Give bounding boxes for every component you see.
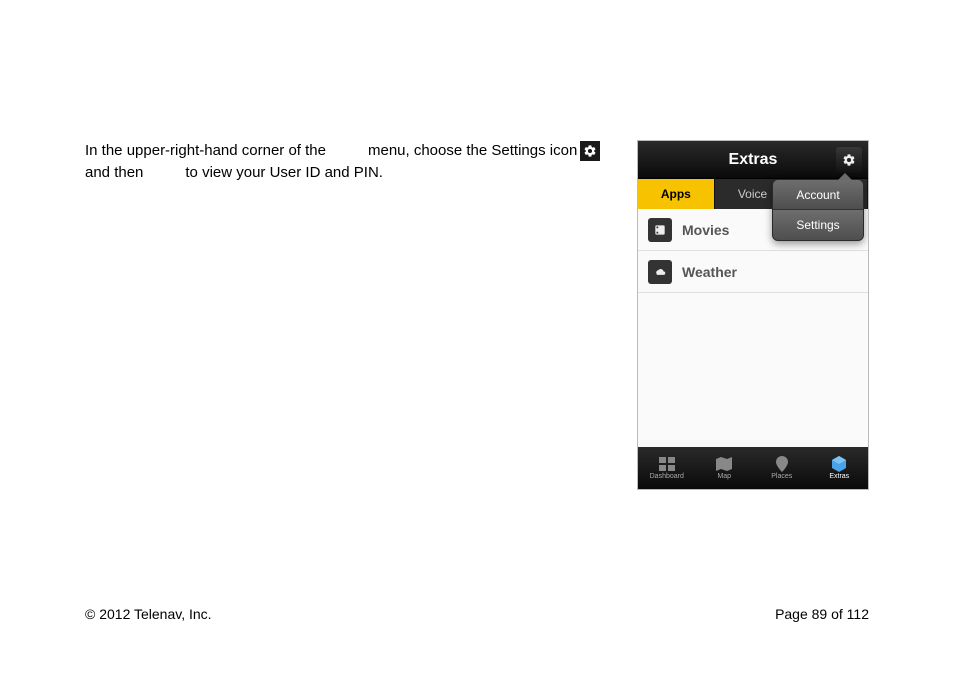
bottom-nav: Dashboard Map Places Extras <box>638 447 868 489</box>
nav-label: Dashboard <box>650 473 684 480</box>
settings-button[interactable] <box>836 147 862 173</box>
gear-icon <box>580 141 600 161</box>
gear-icon <box>842 153 856 167</box>
settings-dropdown: Account Settings <box>772 179 864 241</box>
map-icon <box>715 456 733 471</box>
weather-icon <box>648 260 672 284</box>
dropdown-item-settings[interactable]: Settings <box>773 210 863 240</box>
dropdown-item-account[interactable]: Account <box>773 180 863 210</box>
nav-places[interactable]: Places <box>753 447 811 489</box>
film-icon <box>648 218 672 242</box>
page-footer: © 2012 Telenav, Inc. Page 89 of 112 <box>85 606 869 622</box>
text-segment: In the upper-right-hand corner of the <box>85 140 326 162</box>
cube-icon <box>830 456 848 471</box>
nav-extras[interactable]: Extras <box>811 447 869 489</box>
text-segment: to view your User ID and PIN. <box>185 162 383 184</box>
dropdown-arrow-icon <box>838 173 852 180</box>
apps-list: Account Settings Movies Weather <box>638 209 868 447</box>
list-item-label: Weather <box>682 264 737 280</box>
nav-dashboard[interactable]: Dashboard <box>638 447 696 489</box>
instruction-text: In the upper-right-hand corner of the me… <box>85 140 630 184</box>
header-title: Extras <box>729 151 778 169</box>
copyright: © 2012 Telenav, Inc. <box>85 606 212 622</box>
phone-header: Extras <box>638 141 868 179</box>
page-number: Page 89 of 112 <box>775 606 869 622</box>
phone-screenshot: Extras Apps Voice Account Settings <box>637 140 869 490</box>
pin-icon <box>773 456 791 471</box>
nav-map[interactable]: Map <box>696 447 754 489</box>
dashboard-icon <box>658 456 676 471</box>
list-item-weather[interactable]: Weather <box>638 251 868 293</box>
nav-label: Map <box>717 473 731 480</box>
list-item-label: Movies <box>682 222 729 238</box>
nav-label: Extras <box>829 473 849 480</box>
nav-label: Places <box>771 473 792 480</box>
text-segment: and then <box>85 162 143 184</box>
tab-apps[interactable]: Apps <box>638 179 715 209</box>
text-segment: menu, choose the Settings icon <box>368 140 577 162</box>
